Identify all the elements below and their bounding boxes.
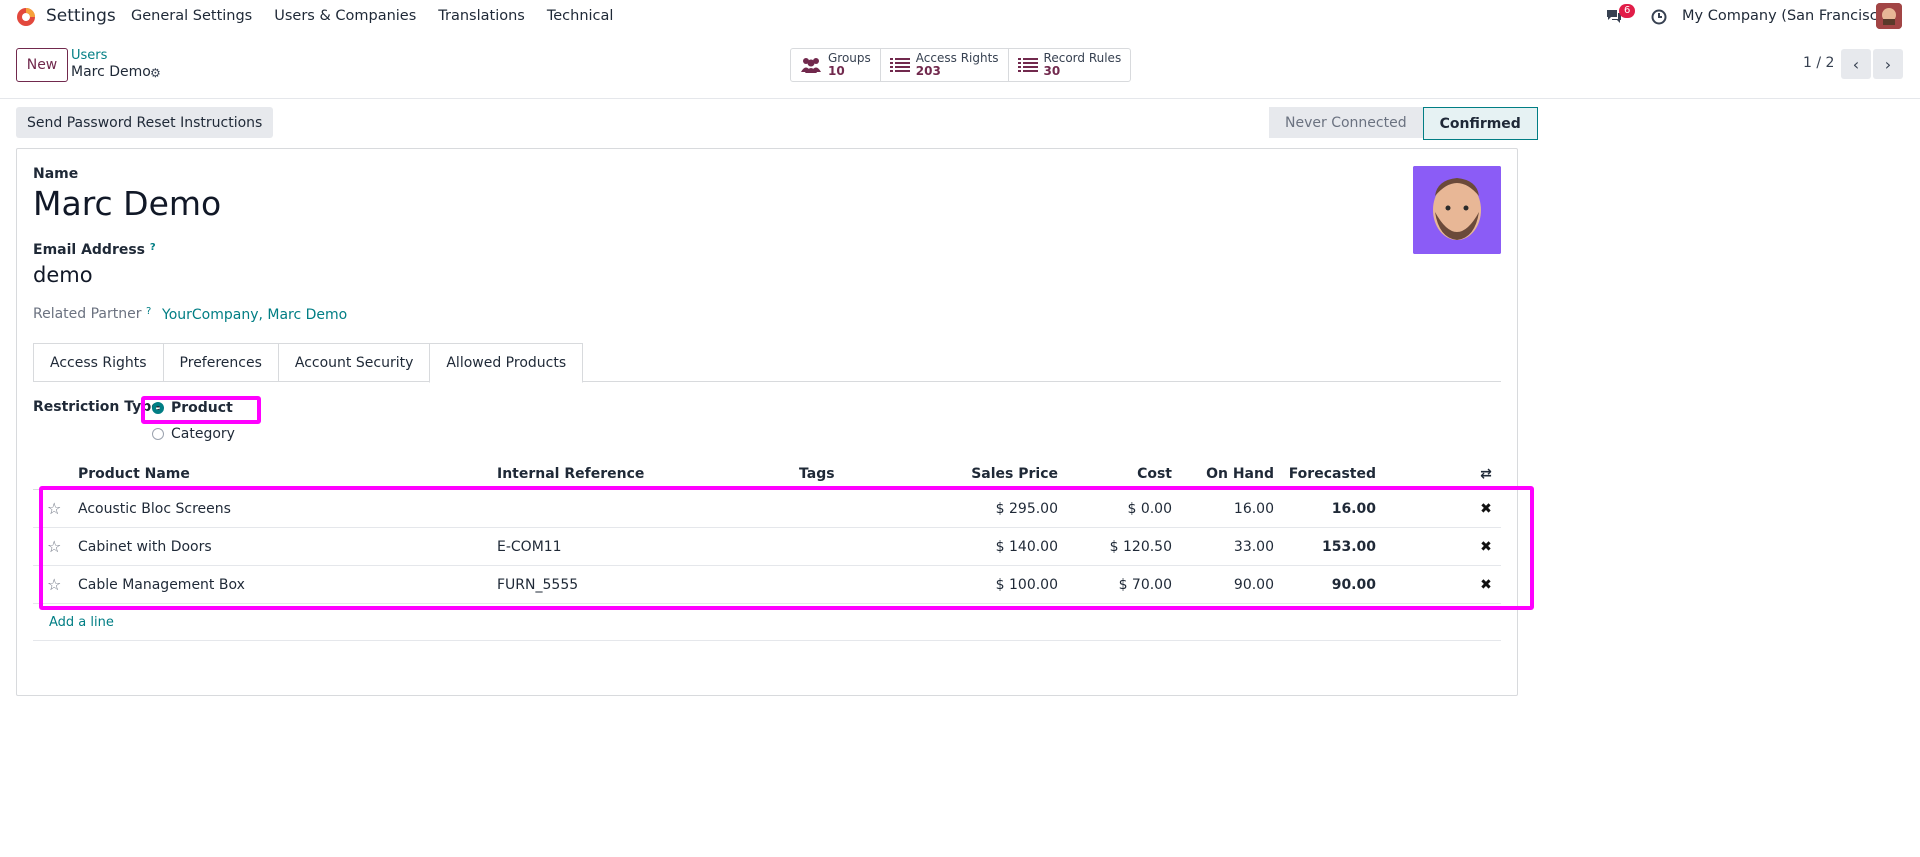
header-on-hand[interactable]: On Hand [1172, 459, 1274, 490]
email-label: Email Address ? [33, 242, 156, 258]
header-forecasted[interactable]: Forecasted [1274, 459, 1376, 490]
list-icon [1017, 58, 1038, 72]
highlight-product-rows [39, 486, 1534, 610]
user-avatar-icon [1876, 3, 1902, 29]
name-field[interactable]: Marc Demo [33, 184, 221, 223]
optional-columns-toggle[interactable]: ⇄ [1471, 459, 1501, 490]
pager-value[interactable]: 1 / 2 [1803, 55, 1834, 71]
email-field[interactable]: demo [33, 263, 93, 287]
tab-account-security[interactable]: Account Security [277, 343, 431, 381]
name-label: Name [33, 166, 79, 182]
menu-general-settings[interactable]: General Settings [131, 8, 252, 24]
menu-users-companies[interactable]: Users & Companies [274, 8, 416, 24]
notebook-tabs: Access Rights Preferences Account Securi… [33, 343, 1501, 383]
header-internal-reference[interactable]: Internal Reference [497, 459, 799, 490]
status-never-connected[interactable]: Never Connected [1269, 107, 1423, 138]
header-sales-price[interactable]: Sales Price [899, 459, 1058, 490]
email-label-text: Email Address [33, 242, 146, 258]
activity-clock-icon[interactable] [1651, 9, 1667, 25]
list-icon [889, 58, 910, 72]
breadcrumb-current: Marc Demo [71, 64, 151, 80]
radio-category-label: Category [171, 426, 235, 442]
user-photo[interactable] [1413, 166, 1501, 254]
menu-technical[interactable]: Technical [547, 8, 614, 24]
email-help-icon[interactable]: ? [150, 242, 156, 253]
add-line-link[interactable]: Add a line [49, 615, 114, 630]
table-header-row: Product Name Internal Reference Tags Sal… [33, 459, 1501, 490]
related-partner-label: Related Partner ? [33, 306, 151, 322]
smart-buttons: Groups 10 Access Rights 203 Record Rules 30 [790, 48, 1132, 82]
pager-previous-button[interactable]: ‹ [1841, 49, 1871, 79]
header-product-name[interactable]: Product Name [78, 459, 497, 490]
app-logo-icon[interactable] [15, 6, 37, 28]
breadcrumb-users[interactable]: Users [71, 48, 107, 63]
related-partner-link[interactable]: YourCompany, Marc Demo [162, 307, 347, 323]
user-photo-avatar-icon [1413, 166, 1501, 254]
access-rights-smart-button[interactable]: Access Rights 203 [881, 49, 1009, 81]
chat-count-badge: 6 [1619, 4, 1636, 18]
new-button[interactable]: New [16, 48, 68, 82]
gear-icon[interactable]: ⚙ [150, 66, 161, 80]
status-bar: Never Connected Confirmed [1269, 107, 1538, 140]
groups-count: 10 [828, 64, 845, 78]
main-menu: General Settings Users & Companies Trans… [131, 8, 635, 24]
radio-category[interactable]: Category [152, 426, 235, 442]
chevron-right-icon: › [1884, 54, 1892, 74]
sliders-icon: ⇄ [1480, 466, 1492, 482]
company-switcher[interactable]: My Company (San Francisco) [1682, 8, 1892, 24]
menu-translations[interactable]: Translations [438, 8, 525, 24]
tab-preferences[interactable]: Preferences [162, 343, 279, 381]
highlight-product-radio [141, 396, 261, 424]
record-rules-smart-button[interactable]: Record Rules 30 [1009, 49, 1131, 81]
groups-smart-button[interactable]: Groups 10 [791, 49, 881, 81]
header-gap [1376, 459, 1471, 490]
pager-next-button[interactable]: › [1873, 49, 1903, 79]
header-cost[interactable]: Cost [1058, 459, 1172, 490]
users-group-icon [801, 58, 821, 73]
related-partner-help-icon[interactable]: ? [146, 306, 151, 317]
status-confirmed[interactable]: Confirmed [1422, 107, 1538, 140]
send-password-reset-button[interactable]: Send Password Reset Instructions [16, 107, 274, 138]
control-panel-divider [0, 98, 1920, 99]
app-title[interactable]: Settings [46, 6, 116, 26]
record-rules-count: 30 [1043, 64, 1061, 78]
form-sheet: Name Marc Demo Email Address ? demo Rela… [16, 148, 1534, 696]
top-navbar: Settings General Settings Users & Compan… [0, 0, 1920, 34]
radio-category-button[interactable] [152, 428, 164, 440]
header-spacer [33, 459, 78, 490]
tab-allowed-products[interactable]: Allowed Products [429, 343, 584, 383]
tab-access-rights[interactable]: Access Rights [33, 343, 164, 381]
related-partner-label-text: Related Partner [33, 306, 142, 322]
header-tags[interactable]: Tags [799, 459, 899, 490]
chevron-left-icon: ‹ [1852, 54, 1860, 74]
access-rights-count: 203 [915, 64, 941, 78]
user-avatar[interactable] [1876, 3, 1902, 29]
